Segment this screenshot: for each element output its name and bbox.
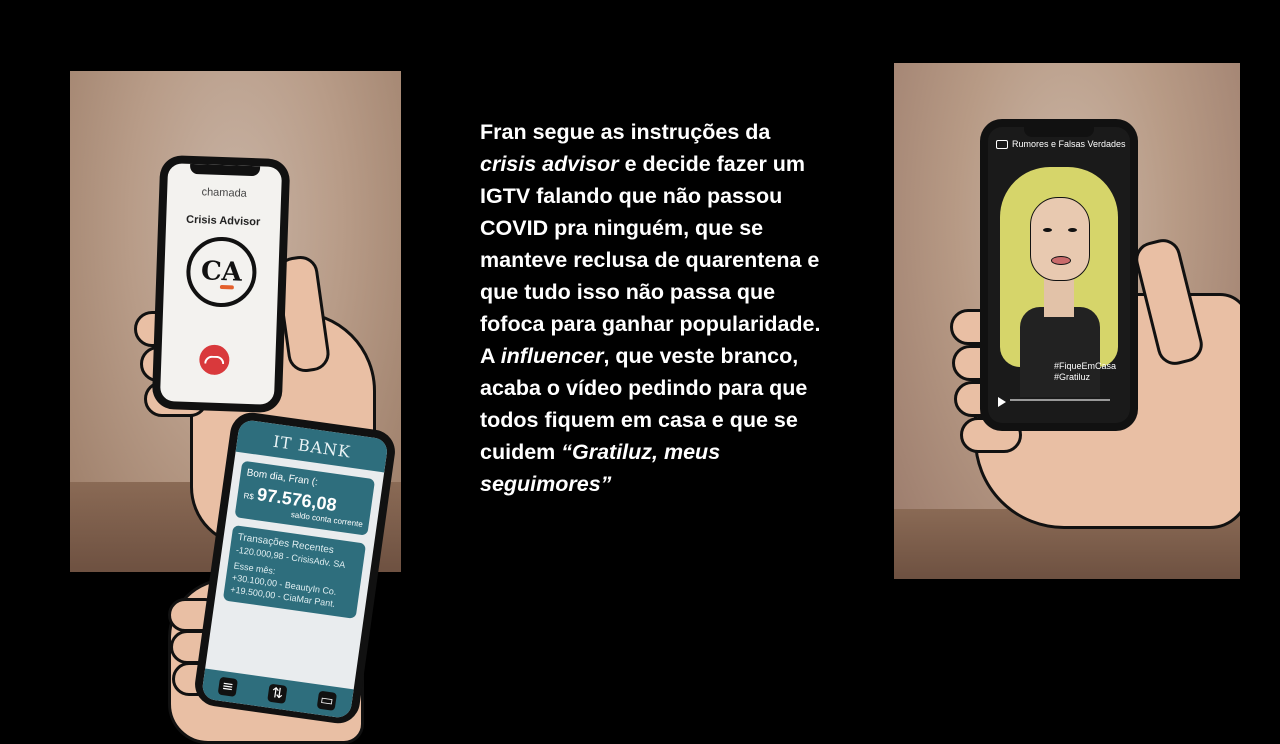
story-text: Fran segue as instruções da crisis advis… xyxy=(480,116,825,500)
phone-notch xyxy=(189,163,261,177)
card-icon[interactable]: ▭ xyxy=(316,690,338,711)
tv-icon xyxy=(996,139,1008,149)
video-phone-screen: Rumores e Falsas Verdades #FiqueEmCasa #… xyxy=(988,127,1130,423)
influencer-neck xyxy=(1044,277,1074,317)
video-hashtags: #FiqueEmCasa #Gratiluz xyxy=(1054,361,1116,383)
logo-letters: CA xyxy=(200,256,243,288)
call-phone-screen: chamada Crisis Advisor CA xyxy=(159,163,283,405)
right-illustration-panel: Rumores e Falsas Verdades #FiqueEmCasa #… xyxy=(894,63,1240,579)
bank-phone-screen: IT BANK Bom dia, Fran (: R$ 97.576,08 sa… xyxy=(200,418,389,720)
currency: R$ xyxy=(242,491,255,502)
video-phone: Rumores e Falsas Verdades #FiqueEmCasa #… xyxy=(980,119,1138,431)
story-part: Fran segue as instruções da xyxy=(480,120,771,144)
hangup-phone-icon[interactable] xyxy=(198,344,230,376)
call-label: chamada xyxy=(201,186,247,200)
mouth xyxy=(1051,256,1071,265)
influencer-face xyxy=(1030,197,1090,281)
eye xyxy=(1068,228,1077,232)
caller-name: Crisis Advisor xyxy=(185,213,261,229)
transfer-icon[interactable]: ⇅ xyxy=(267,683,288,704)
hangup-glyph xyxy=(204,355,225,365)
transactions-card: Transações Recentes -120.000,98 - Crisis… xyxy=(222,525,367,619)
logo-accent xyxy=(219,284,234,290)
sliders-icon[interactable]: ≡ xyxy=(217,676,238,697)
crisis-advisor-logo: CA xyxy=(185,235,258,309)
story-emphasis: influencer xyxy=(500,344,604,368)
play-icon[interactable] xyxy=(998,397,1006,407)
hashtag: #FiqueEmCasa xyxy=(1053,361,1116,371)
story-part: e decide fazer um IGTV falando que não p… xyxy=(480,152,821,368)
channel-header: Rumores e Falsas Verdades xyxy=(996,139,1126,149)
influencer-body xyxy=(1020,307,1100,397)
story-emphasis: crisis advisor xyxy=(480,152,619,176)
eye xyxy=(1043,228,1052,232)
call-phone: chamada Crisis Advisor CA xyxy=(151,154,291,414)
phone-notch xyxy=(1024,127,1094,137)
video-progress-bar[interactable] xyxy=(1010,399,1110,401)
balance-card: Bom dia, Fran (: R$ 97.576,08 saldo cont… xyxy=(234,460,376,536)
channel-name: Rumores e Falsas Verdades xyxy=(1012,139,1126,149)
hashtag: #Gratiluz xyxy=(1053,372,1090,382)
